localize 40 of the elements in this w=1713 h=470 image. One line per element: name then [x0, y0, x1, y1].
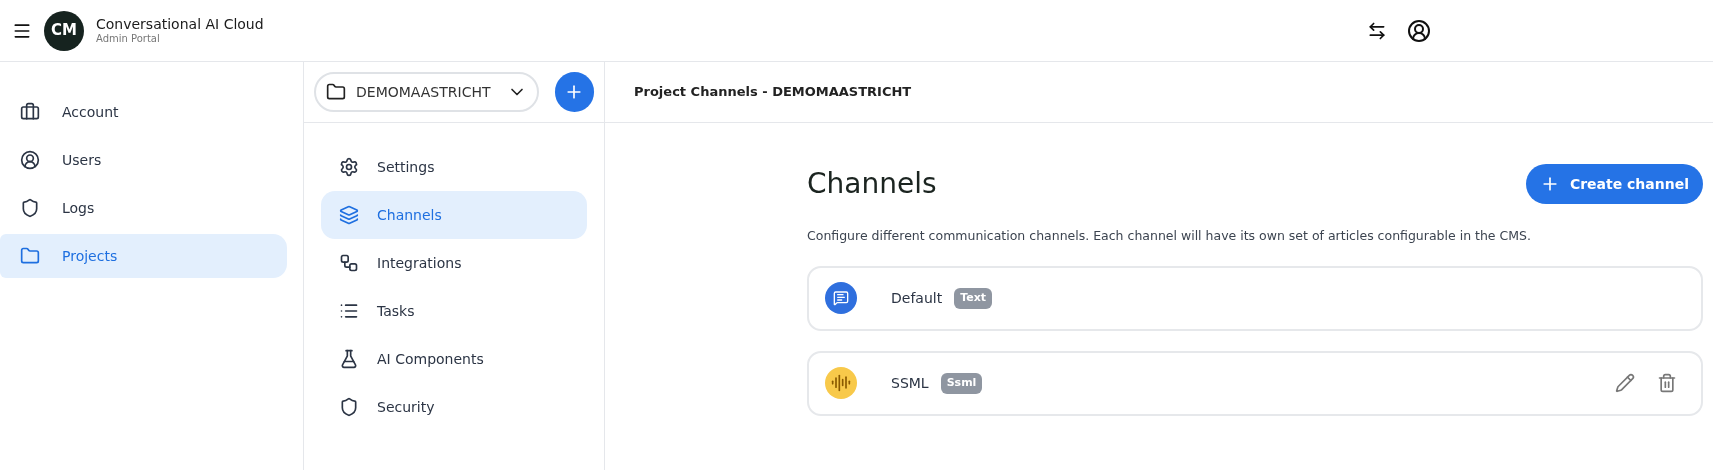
page-heading: Channels	[807, 166, 937, 202]
channel-type-tag: Ssml	[940, 373, 983, 394]
account-icon[interactable]	[1407, 18, 1431, 43]
sidebar-item[interactable]: Users	[0, 138, 287, 182]
add-project-button[interactable]	[554, 72, 594, 112]
logo: CM	[44, 10, 84, 51]
page-description: Configure different communication channels. Each channel will have its own set of articles configurable in the CMS.	[807, 227, 1532, 245]
channel-card[interactable]: Default Text	[807, 265, 1703, 331]
channel-type-tag: Text	[954, 288, 992, 309]
folder-icon	[326, 82, 346, 102]
project-menu-item[interactable]: Integrations	[321, 239, 587, 287]
folder-icon	[20, 246, 40, 266]
briefcase-icon	[20, 102, 40, 122]
channel-name: SSML	[891, 373, 929, 393]
delete-icon[interactable]	[1657, 373, 1677, 394]
app-title: Conversational AI Cloud	[96, 15, 264, 33]
sidebar-item[interactable]: Account	[0, 90, 287, 134]
nodes-icon	[339, 253, 359, 273]
project-menu-item[interactable]: AI Components	[321, 335, 587, 383]
user-icon	[20, 150, 40, 170]
settings-icon	[339, 157, 359, 177]
shield-icon	[339, 397, 359, 417]
project-dropdown[interactable]: DEMOMAASTRICHT	[314, 72, 539, 112]
edit-icon[interactable]	[1615, 373, 1635, 394]
sidebar-item[interactable]: Projects	[0, 234, 287, 278]
channel-name: Default	[891, 288, 943, 308]
project-menu-item[interactable]: Security	[321, 383, 587, 431]
layers-icon	[339, 205, 359, 225]
project-menu-item[interactable]: Settings	[321, 143, 587, 191]
shield-icon	[20, 198, 40, 218]
sidebar-item[interactable]: Logs	[0, 186, 287, 230]
flask-icon	[339, 349, 359, 369]
create-channel-button[interactable]: Create channel	[1525, 164, 1703, 204]
project-menu-item[interactable]: Tasks	[321, 287, 587, 335]
switch-icon[interactable]	[1367, 20, 1387, 41]
channel-card[interactable]: SSML Ssml	[807, 350, 1703, 416]
project-menu-item[interactable]: Channels	[321, 191, 587, 239]
list-icon	[339, 301, 359, 321]
breadcrumb-title: Project Channels - DEMOMAASTRICHT	[634, 83, 912, 102]
app-subtitle: Admin Portal	[96, 33, 161, 46]
